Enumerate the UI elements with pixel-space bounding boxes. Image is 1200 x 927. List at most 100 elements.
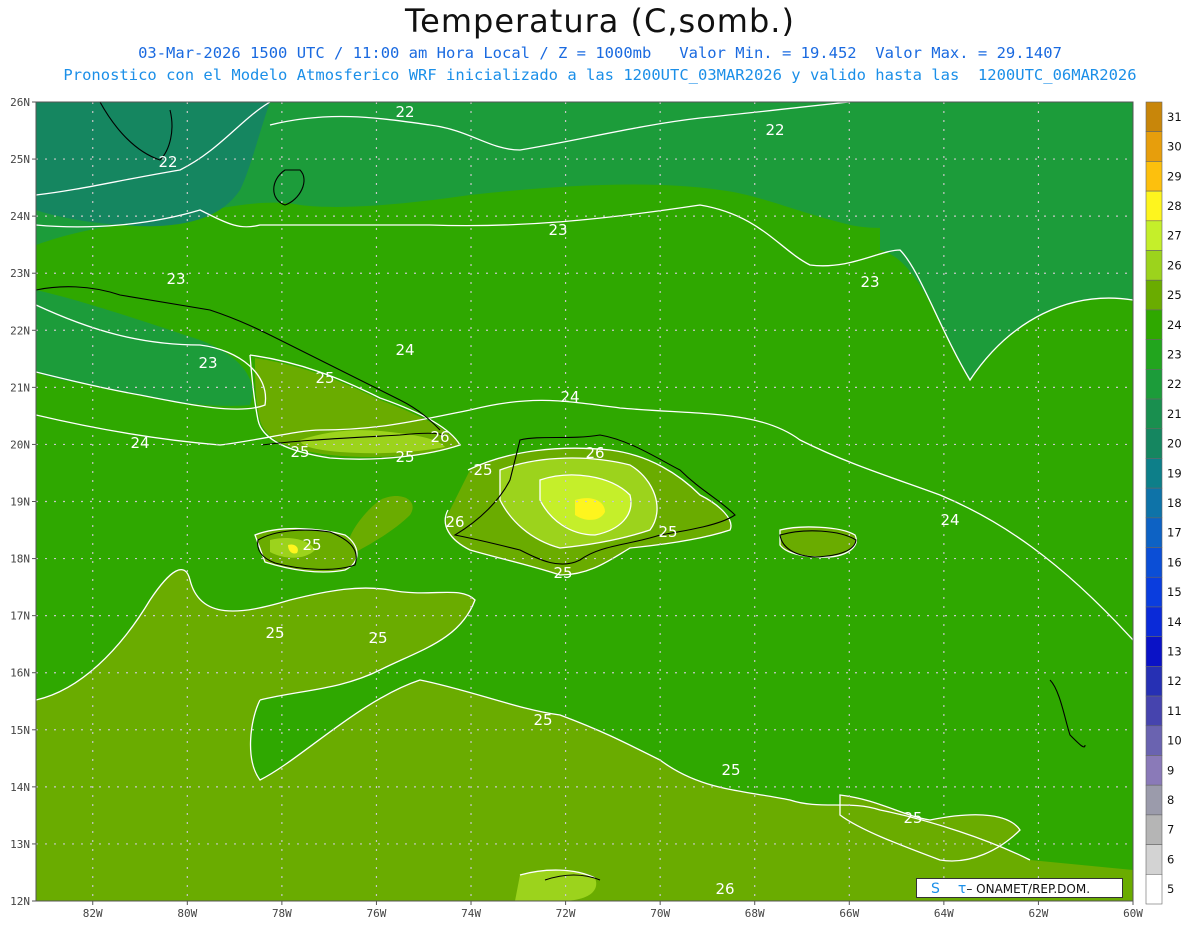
contour-label: 25: [368, 629, 387, 647]
contour-label: 25: [553, 564, 572, 582]
contour-label: 25: [658, 523, 677, 541]
colorbar-label: 20: [1167, 437, 1182, 451]
colorbar-label: 14: [1167, 615, 1182, 629]
colorbar-swatch: [1145, 161, 1163, 192]
contour-label: 26: [585, 444, 604, 462]
lon-label: 62W: [1028, 907, 1048, 920]
lat-axis: 26N 25N 24N 23N 22N 21N 20N 19N 18N 17N 16N 15N 14N 1…: [10, 96, 36, 908]
contour-label: 26: [430, 428, 449, 446]
lon-label: 64W: [934, 907, 954, 920]
colorbar-swatch: [1145, 339, 1163, 370]
credit-text: – ONAMET/REP.DOM.: [966, 882, 1091, 896]
contour-label: 25: [473, 461, 492, 479]
lat-label: 25N: [10, 153, 30, 166]
lon-label: 78W: [272, 907, 292, 920]
colorbar-label: 8: [1167, 793, 1174, 807]
contour-label: 25: [395, 448, 414, 466]
colorbar-label: 10: [1167, 734, 1182, 748]
contour-label: 26: [715, 880, 734, 898]
contour-label: 24: [940, 511, 959, 529]
contour-label: 24: [130, 434, 149, 452]
colorbar-swatch: [1145, 547, 1163, 578]
temperature-map: 26N 25N 24N 23N 22N 21N 20N 19N 18N 17N 16N 15N 14N 1…: [10, 96, 1182, 920]
colorbar-swatch: [1145, 755, 1163, 786]
colorbar-label: 31: [1167, 110, 1182, 124]
colorbar-swatch: [1145, 814, 1163, 845]
credit-s: S: [931, 881, 940, 897]
colorbar-swatch: [1145, 398, 1163, 430]
colorbar-label: 29: [1167, 169, 1182, 183]
colorbar-swatch: [1145, 220, 1163, 251]
lat-label: 15N: [10, 724, 30, 737]
colorbar-swatch: [1145, 309, 1163, 340]
colorbar-label: 13: [1167, 645, 1182, 659]
contour-label: 26: [445, 513, 464, 531]
contour-label: 25: [721, 761, 740, 779]
contour-label: 22: [158, 153, 177, 171]
lon-label: 80W: [177, 907, 197, 920]
colorbar-swatch: [1145, 487, 1163, 519]
lon-label: 68W: [745, 907, 765, 920]
colorbar-label: 18: [1167, 496, 1182, 510]
colorbar-label: 17: [1167, 526, 1182, 540]
lat-label: 24N: [10, 210, 30, 223]
colorbar-swatch: [1145, 250, 1163, 281]
colorbar-swatch: [1145, 279, 1163, 311]
colorbar-swatch: [1145, 131, 1163, 162]
contour-label: 23: [198, 354, 217, 372]
contour-label: 23: [166, 270, 185, 288]
lon-label: 74W: [461, 907, 481, 920]
contour-label: 25: [903, 809, 922, 827]
contour-label: 24: [395, 341, 414, 359]
lon-label: 72W: [556, 907, 576, 920]
contour-label: 22: [765, 121, 784, 139]
warm-region-26-sa: [515, 870, 597, 901]
colorbar: 31 30 29 28 27 26 25 24 23 22 21 20 19 18 17 16 15 14 13 12…: [1145, 101, 1182, 905]
colorbar-swatch: [1145, 695, 1163, 727]
contour-label: 23: [860, 273, 879, 291]
contour-label: 22: [395, 103, 414, 121]
colorbar-swatch: [1145, 666, 1163, 697]
colorbar-label: 6: [1167, 852, 1174, 866]
colorbar-label: 27: [1167, 229, 1182, 243]
credit-box: Sτ– ONAMET/REP.DOM.: [916, 878, 1123, 898]
lon-label: 66W: [839, 907, 859, 920]
colorbar-swatch: [1145, 190, 1163, 222]
colorbar-label: 5: [1167, 882, 1174, 896]
colorbar-swatch: [1145, 784, 1163, 816]
colorbar-label: 22: [1167, 377, 1182, 391]
colorbar-swatch: [1145, 428, 1163, 459]
contour-label: 25: [533, 711, 552, 729]
colorbar-swatch: [1145, 636, 1163, 667]
lat-label: 16N: [10, 667, 30, 680]
colorbar-swatch: [1145, 606, 1163, 637]
colorbar-label: 19: [1167, 466, 1182, 480]
lat-label: 22N: [10, 324, 30, 337]
contour-label: 25: [290, 443, 309, 461]
colorbar-label: 24: [1167, 318, 1182, 332]
lat-label: 20N: [10, 438, 30, 451]
colorbar-label: 12: [1167, 674, 1182, 688]
contour-label: 25: [315, 369, 334, 387]
colorbar-label: 9: [1167, 763, 1174, 777]
colorbar-label: 21: [1167, 407, 1182, 421]
colorbar-swatch: [1145, 458, 1163, 489]
colorbar-swatch: [1145, 369, 1163, 400]
lat-label: 14N: [10, 781, 30, 794]
colorbar-swatch: [1145, 576, 1163, 608]
colorbar-swatch: [1145, 873, 1163, 905]
lat-label: 19N: [10, 496, 30, 509]
lon-label: 60W: [1123, 907, 1143, 920]
contour-label: 23: [548, 221, 567, 239]
colorbar-label: 15: [1167, 585, 1182, 599]
lat-label: 17N: [10, 610, 30, 623]
colorbar-swatch: [1145, 844, 1163, 875]
contour-label: 25: [265, 624, 284, 642]
lon-label: 76W: [367, 907, 387, 920]
colorbar-swatch: [1145, 517, 1163, 548]
colorbar-label: 11: [1167, 704, 1182, 718]
lon-label: 70W: [650, 907, 670, 920]
lat-label: 23N: [10, 267, 30, 280]
lat-label: 26N: [10, 96, 30, 109]
contour-label: 25: [302, 536, 321, 554]
